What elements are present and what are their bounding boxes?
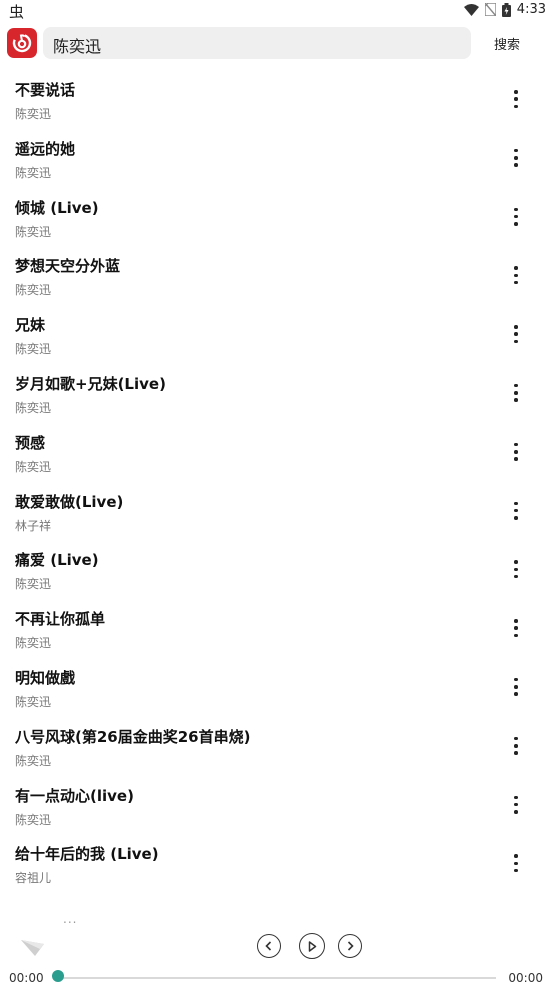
song-row[interactable]: 痛爱 (Live) 陈奕迅 [0, 546, 553, 605]
search-button[interactable]: 搜索 [494, 34, 520, 53]
search-query: 陈奕迅 [53, 37, 102, 56]
more-options-icon[interactable] [506, 264, 526, 286]
more-options-icon[interactable] [506, 206, 526, 228]
song-title: 不要说话 [15, 81, 76, 99]
previous-icon[interactable] [257, 934, 281, 958]
netease-music-logo-icon[interactable] [7, 28, 37, 58]
song-artist: 陈奕迅 [15, 107, 52, 121]
song-title: 兄妹 [15, 316, 46, 335]
more-options-icon[interactable] [506, 88, 526, 110]
status-icons: 4:33 [463, 2, 546, 17]
song-artist: 陈奕迅 [15, 577, 52, 592]
song-title: 给十年后的我 (Live) [15, 845, 159, 864]
song-row[interactable]: 不要说话 陈奕迅 [0, 76, 553, 135]
more-options-icon[interactable] [506, 558, 526, 580]
song-artist: 陈奕迅 [15, 812, 52, 827]
song-row[interactable]: 遥远的她 陈奕迅 [0, 135, 553, 194]
no-sim-icon [484, 3, 496, 16]
more-options-icon[interactable] [506, 794, 526, 816]
song-row[interactable]: 岁月如歌+兄妹(Live) 陈奕迅 [0, 370, 553, 429]
song-artist: 陈奕迅 [15, 400, 52, 415]
song-artist: 陈奕迅 [15, 165, 52, 180]
song-artist: 陈奕迅 [15, 459, 52, 474]
song-title: 梦想天空分外蓝 [15, 257, 121, 276]
now-playing-title: ... [63, 912, 78, 926]
song-title: 预感 [15, 433, 46, 452]
song-row[interactable]: 明知做戲 陈奕迅 [0, 664, 553, 723]
song-title: 倾城 (Live) [15, 198, 99, 217]
song-artist: 陈奕迅 [15, 342, 52, 357]
more-options-icon[interactable] [506, 735, 526, 757]
song-row[interactable]: 不再让你孤单 陈奕迅 [0, 605, 553, 664]
song-title: 敢爱敢做(Live) [15, 492, 124, 511]
total-time: 00:00 [508, 971, 543, 985]
song-list: 不要说话 陈奕迅 遥远的她 陈奕迅 倾城 (Live) 陈奕迅 梦想天空分外蓝 … [0, 76, 553, 899]
song-row[interactable]: 兄妹 陈奕迅 [0, 311, 553, 370]
song-row[interactable]: 敢爱敢做(Live) 林子祥 [0, 488, 553, 547]
search-input[interactable]: 陈奕迅 [43, 27, 471, 59]
song-artist: 陈奕迅 [15, 224, 52, 239]
song-artist: 容祖儿 [15, 871, 52, 886]
song-row[interactable]: 倾城 (Live) 陈奕迅 [0, 194, 553, 253]
song-title: 岁月如歌+兄妹(Live) [15, 374, 166, 393]
bug-notification-icon: 虫 [9, 3, 25, 21]
status-bar: 虫 4:33 [0, 0, 553, 24]
song-row[interactable]: 八号风球(第26届金曲奖26首串烧) 陈奕迅 [0, 723, 553, 782]
elapsed-time: 00:00 [9, 971, 44, 985]
more-options-icon[interactable] [506, 323, 526, 345]
song-row[interactable]: 有一点动心(live) 陈奕迅 [0, 782, 553, 841]
song-row[interactable]: 给十年后的我 (Live) 容祖儿 [0, 840, 553, 899]
wifi-icon [463, 3, 479, 16]
song-title: 明知做戲 [15, 668, 76, 687]
more-options-icon[interactable] [506, 382, 526, 404]
more-options-icon[interactable] [506, 852, 526, 874]
battery-icon [501, 2, 511, 17]
player-controls [0, 933, 553, 962]
clock: 4:33 [516, 2, 546, 17]
song-artist: 陈奕迅 [15, 753, 52, 768]
more-options-icon[interactable] [506, 441, 526, 463]
play-icon[interactable] [299, 933, 325, 959]
search-row: 陈奕迅 搜索 [0, 26, 553, 62]
next-icon[interactable] [338, 934, 362, 958]
progress-thumb[interactable] [52, 970, 64, 982]
song-artist: 陈奕迅 [15, 636, 52, 651]
more-options-icon[interactable] [506, 617, 526, 639]
more-options-icon[interactable] [506, 500, 526, 522]
progress-bar[interactable] [58, 977, 496, 979]
song-title: 遥远的她 [15, 139, 76, 158]
song-artist: 林子祥 [15, 518, 52, 533]
song-title: 不再让你孤单 [15, 610, 106, 629]
more-options-icon[interactable] [506, 147, 526, 169]
song-title: 痛爱 (Live) [15, 551, 99, 570]
song-row[interactable]: 预感 陈奕迅 [0, 429, 553, 488]
song-artist: 陈奕迅 [15, 283, 52, 298]
song-artist: 陈奕迅 [15, 694, 52, 709]
song-row[interactable]: 梦想天空分外蓝 陈奕迅 [0, 252, 553, 311]
song-title: 八号风球(第26届金曲奖26首串烧) [15, 727, 251, 746]
more-options-icon[interactable] [506, 676, 526, 698]
song-title: 有一点动心(live) [15, 786, 134, 805]
